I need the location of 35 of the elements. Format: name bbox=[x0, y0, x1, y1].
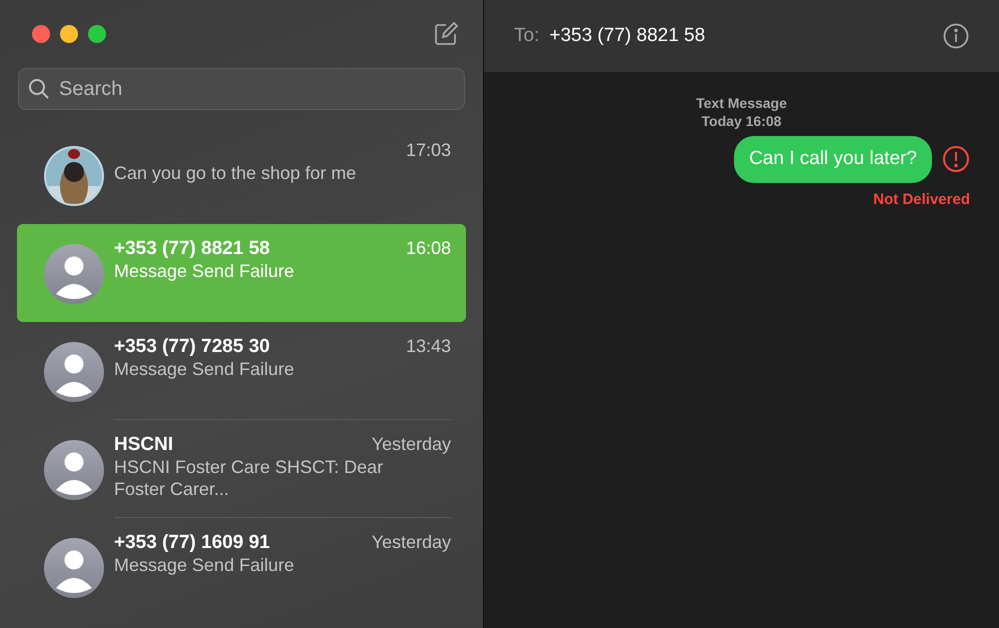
minimize-window-button[interactable] bbox=[60, 25, 78, 43]
contact-name: +353 (77) 1609 91 bbox=[114, 531, 270, 555]
contact-name: +353 (77) 7285 30 bbox=[114, 335, 270, 359]
compose-icon[interactable] bbox=[433, 21, 459, 47]
delivery-status: Not Delivered bbox=[873, 190, 970, 210]
message-bubble: Can I call you later? bbox=[734, 136, 932, 182]
message-preview: Message Send Failure bbox=[114, 260, 296, 282]
contact-name: +353 (77) 8821 58 bbox=[114, 237, 270, 261]
info-icon[interactable] bbox=[943, 23, 969, 49]
message-preview: Can you go to the shop for me bbox=[114, 162, 358, 184]
conversation-item[interactable]: HSCNI Yesterday HSCNI Foster Care SHSCT: Dear Foster Carer... bbox=[17, 420, 466, 518]
conversation-item[interactable]: 17:03 Can you go to the shop for me bbox=[17, 126, 466, 224]
contact-avatar-icon bbox=[44, 440, 104, 500]
message-time: Yesterday bbox=[372, 531, 451, 554]
to-label: To: bbox=[514, 24, 540, 48]
contact-avatar-icon bbox=[44, 342, 104, 402]
service-label: Text Message bbox=[696, 94, 787, 112]
close-window-button[interactable] bbox=[32, 25, 50, 43]
search-icon bbox=[28, 78, 50, 100]
message-time: Yesterday bbox=[372, 433, 451, 456]
contact-avatar-icon bbox=[44, 244, 104, 304]
message-preview: HSCNI Foster Care SHSCT: Dear Foster Carer... bbox=[114, 456, 384, 500]
message-timestamp: Today 16:08 bbox=[702, 112, 782, 130]
message-preview: Message Send Failure bbox=[114, 358, 296, 380]
search-field[interactable]: Search bbox=[18, 68, 465, 110]
contact-name: HSCNI bbox=[114, 433, 174, 457]
message-time: 17:03 bbox=[406, 139, 451, 162]
recipient-name: +353 (77) 8821 58 bbox=[549, 24, 706, 48]
contact-avatar-icon bbox=[44, 538, 104, 598]
message-preview: Message Send Failure bbox=[114, 554, 296, 576]
message-time: 16:08 bbox=[406, 237, 451, 260]
message-time: 13:43 bbox=[406, 335, 451, 358]
conversation-item[interactable]: +353 (77) 1609 91 Yesterday Message Send Failure bbox=[17, 518, 466, 616]
conversation-item[interactable]: +353 (77) 7285 30 13:43 Message Send Failure bbox=[17, 322, 466, 420]
zoom-window-button[interactable] bbox=[88, 25, 106, 43]
